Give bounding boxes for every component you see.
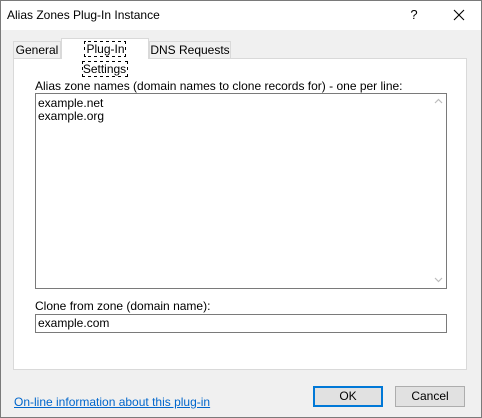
tab-plugin-settings[interactable]: Plug-In Settings: [61, 38, 149, 77]
title-bar: Alias Zones Plug-In Instance ?: [1, 1, 481, 30]
help-button[interactable]: ?: [403, 4, 425, 26]
tab-dns-requests-label: DNS Requests: [150, 43, 230, 57]
window-title: Alias Zones Plug-In Instance: [7, 8, 160, 22]
alias-zone-line: example.org: [38, 109, 105, 123]
online-info-link[interactable]: On-line information about this plug-in: [14, 395, 210, 409]
scroll-up-icon[interactable]: [431, 94, 446, 109]
alias-zones-lines: example.net example.org: [38, 97, 104, 123]
scroll-down-icon[interactable]: [431, 273, 446, 288]
vertical-scrollbar[interactable]: [431, 94, 446, 288]
tab-general-label: General: [15, 43, 59, 57]
close-icon: [453, 9, 465, 21]
dialog-window: Alias Zones Plug-In Instance ? General P…: [0, 0, 482, 418]
tab-plugin-settings-label: Plug-In Settings: [81, 41, 129, 77]
ok-button[interactable]: OK: [313, 386, 383, 407]
alias-zones-textarea[interactable]: example.net example.org: [35, 93, 447, 289]
cancel-button[interactable]: Cancel: [395, 386, 465, 407]
tab-general[interactable]: General: [13, 41, 61, 58]
clone-zone-label: Clone from zone (domain name):: [35, 299, 211, 313]
alias-zones-label: Alias zone names (domain names to clone …: [35, 79, 403, 93]
close-button[interactable]: [446, 4, 472, 26]
settings-panel: Alias zone names (domain names to clone …: [13, 58, 467, 370]
clone-zone-input[interactable]: example.com: [35, 314, 447, 333]
tab-dns-requests[interactable]: DNS Requests: [149, 41, 231, 58]
